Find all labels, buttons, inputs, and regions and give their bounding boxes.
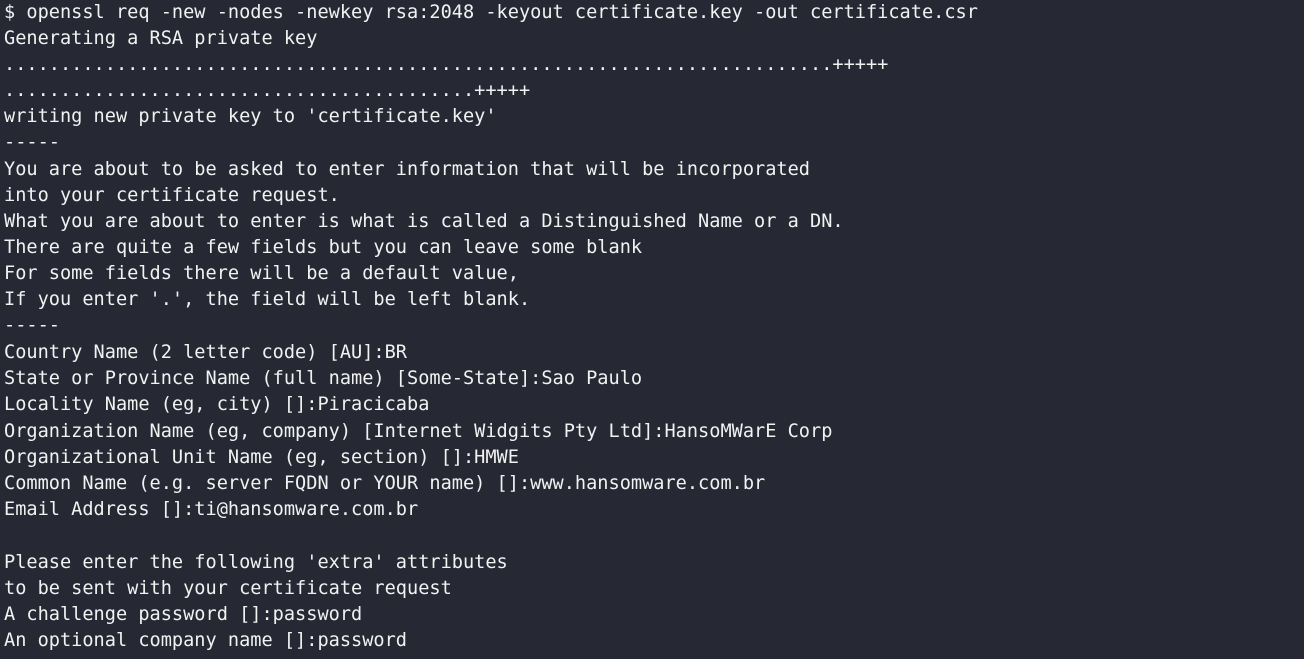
- terminal-line: You are about to be asked to enter infor…: [4, 159, 810, 180]
- terminal-window[interactable]: $ openssl req -new -nodes -newkey rsa:20…: [0, 0, 1304, 659]
- terminal-line: ........................................…: [4, 54, 889, 75]
- terminal-line: State or Province Name (full name) [Some…: [4, 368, 643, 389]
- terminal-line: Locality Name (eg, city) []:Piracicaba: [4, 394, 430, 415]
- terminal-line: What you are about to enter is what is c…: [4, 211, 844, 232]
- terminal-line: Country Name (2 letter code) [AU]:BR: [4, 342, 407, 363]
- terminal-line: An optional company name []:password: [4, 630, 407, 651]
- terminal-line: There are quite a few fields but you can…: [4, 237, 643, 258]
- terminal-line: Please enter the following 'extra' attri…: [4, 552, 508, 573]
- terminal-line: -----: [4, 132, 60, 153]
- terminal-line: A challenge password []:password: [4, 604, 363, 625]
- terminal-line: into your certificate request.: [4, 185, 340, 206]
- terminal-line: to be sent with your certificate request: [4, 578, 452, 599]
- terminal-line: Common Name (e.g. server FQDN or YOUR na…: [4, 473, 766, 494]
- terminal-line: Organization Name (eg, company) [Interne…: [4, 421, 833, 442]
- terminal-line: ........................................…: [4, 80, 531, 101]
- terminal-line: If you enter '.', the field will be left…: [4, 289, 531, 310]
- terminal-line: For some fields there will be a default …: [4, 263, 519, 284]
- terminal-line-command: $ openssl req -new -nodes -newkey rsa:20…: [4, 2, 978, 23]
- terminal-line: Email Address []:ti@hansomware.com.br: [4, 499, 419, 520]
- terminal-line: Organizational Unit Name (eg, section) […: [4, 447, 519, 468]
- terminal-line: Generating a RSA private key: [4, 28, 318, 49]
- terminal-line: writing new private key to 'certificate.…: [4, 106, 497, 127]
- terminal-line: -----: [4, 315, 60, 336]
